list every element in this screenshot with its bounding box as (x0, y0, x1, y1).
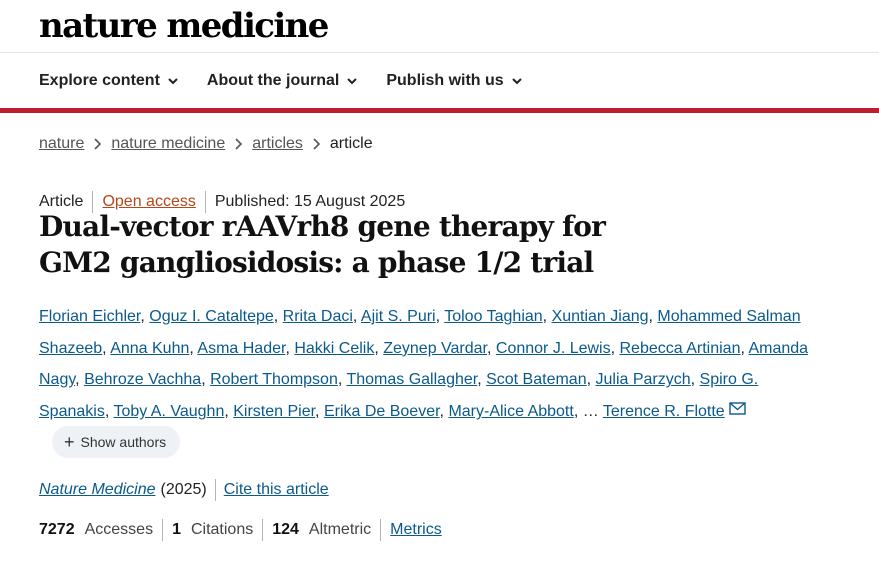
metrics-divider (262, 519, 264, 541)
author-link[interactable]: Rebecca Artinian (620, 340, 741, 357)
author-ellipsis: … (582, 403, 599, 421)
altmetric-label: Altmetric (308, 521, 372, 538)
author-link[interactable]: Oguz I. Cataltepe (149, 308, 274, 325)
author-list: Florian Eichler, Oguz I. Cataltepe, Rrit… (39, 308, 809, 421)
publication-year: (2025) (160, 481, 207, 498)
chevron-right-icon (235, 138, 243, 150)
author-link[interactable]: Anna Kuhn (110, 340, 189, 357)
author-link[interactable]: Ajit S. Puri (361, 308, 436, 325)
author-link[interactable]: Toby A. Vaughn (113, 403, 224, 420)
header-divider (0, 52, 879, 53)
accesses-label: Accesses (84, 521, 154, 538)
author-link[interactable]: Hakki Celik (294, 340, 374, 357)
plus-icon: + (64, 431, 75, 452)
citation-divider (214, 479, 216, 501)
breadcrumb-current: article (329, 135, 373, 152)
cite-this-article-link[interactable]: Cite this article (224, 481, 329, 499)
author-link[interactable]: Thomas Gallagher (346, 371, 477, 388)
author-link[interactable]: Behroze Vachha (84, 371, 201, 388)
author-link[interactable]: Xuntian Jiang (552, 308, 649, 325)
breadcrumb: nature nature medicine articles article (39, 135, 373, 153)
nav-explore-content-label: Explore content (39, 72, 160, 89)
nav-about-journal-label: About the journal (206, 72, 340, 89)
corresponding-author-link[interactable]: Terence R. Flotte (603, 403, 725, 420)
journal-logo[interactable]: nature medicine (39, 6, 329, 46)
nav-publish-with-us-label: Publish with us (386, 72, 504, 89)
author-link[interactable]: Florian Eichler (39, 308, 140, 325)
nav-about-journal[interactable]: About the journal (207, 72, 358, 90)
author-link[interactable]: Asma Hader (197, 340, 285, 357)
chevron-down-icon (347, 78, 358, 85)
citations-label: Citations (190, 521, 254, 538)
nav-publish-with-us[interactable]: Publish with us (386, 72, 522, 90)
journal-name-link[interactable]: Nature Medicine (39, 481, 156, 499)
author-link[interactable]: Julia Parzych (595, 371, 690, 388)
nav-explore-content[interactable]: Explore content (39, 72, 179, 90)
chevron-right-icon (94, 138, 102, 150)
main-nav: Explore content About the journal Publis… (39, 72, 551, 90)
author-link[interactable]: Zeynep Vardar (383, 340, 487, 357)
altmetric-score: 124 (272, 521, 299, 538)
metrics-divider (380, 519, 382, 541)
author-link[interactable]: Connor J. Lewis (496, 340, 611, 357)
breadcrumb-nature[interactable]: nature (39, 135, 84, 153)
author-link[interactable]: Toloo Taghian (444, 308, 542, 325)
author-link[interactable]: Mary-Alice Abbott (448, 403, 573, 420)
author-link[interactable]: Kirsten Pier (233, 403, 315, 420)
metrics-link[interactable]: Metrics (390, 521, 442, 539)
author-link[interactable]: Robert Thompson (210, 371, 338, 388)
article-title: Dual-vector rAAVrh8 gene therapy for GM2… (39, 210, 606, 279)
show-authors-button[interactable]: + Show authors (52, 426, 181, 458)
chevron-down-icon (511, 78, 522, 85)
accesses-count: 7272 (39, 521, 75, 538)
header-accent-bar (0, 108, 879, 113)
citations-count: 1 (172, 521, 181, 538)
email-icon[interactable] (729, 402, 746, 415)
metrics-divider (162, 519, 164, 541)
author-link[interactable]: Rrita Daci (283, 308, 353, 325)
breadcrumb-nature-medicine[interactable]: nature medicine (111, 135, 225, 153)
breadcrumb-articles[interactable]: articles (252, 135, 303, 153)
article-metrics: 7272 Accesses 1 Citations 124 Altmetric … (39, 519, 442, 541)
show-authors-label: Show authors (80, 434, 167, 450)
chevron-down-icon (168, 78, 178, 85)
author-link[interactable]: Scot Bateman (486, 371, 587, 388)
author-link[interactable]: Erika De Boever (324, 403, 440, 420)
journal-citation: Nature Medicine (2025) Cite this article (39, 479, 329, 501)
chevron-right-icon (313, 138, 321, 150)
